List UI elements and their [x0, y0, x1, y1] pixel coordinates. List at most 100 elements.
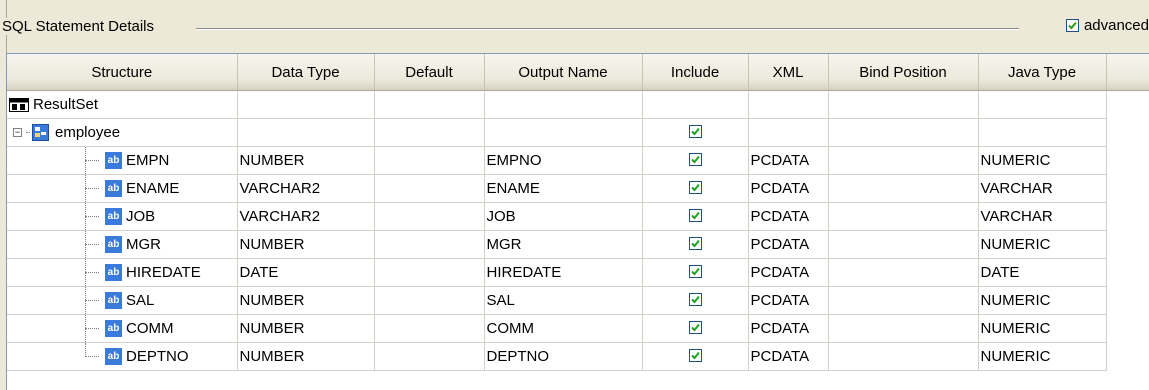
- tree-node-field[interactable]: ab EMPN: [9, 147, 236, 174]
- include-cell: [642, 146, 749, 175]
- output-name-cell[interactable]: SAL: [484, 286, 643, 315]
- xml-cell[interactable]: PCDATA: [748, 258, 829, 287]
- tree-node-employee[interactable]: − employee: [9, 119, 236, 146]
- checkmark-icon: [690, 239, 700, 248]
- output-name-cell[interactable]: MGR: [484, 230, 643, 259]
- default-cell[interactable]: [374, 230, 485, 259]
- advanced-checkbox[interactable]: [1065, 19, 1079, 32]
- bind-position-cell[interactable]: [828, 202, 979, 231]
- default-cell[interactable]: [374, 342, 485, 371]
- structure-cell: MGR: [126, 236, 161, 253]
- structure-cell: SAL: [126, 292, 155, 309]
- column-header-default[interactable]: Default: [374, 54, 485, 91]
- default-cell[interactable]: [374, 174, 485, 203]
- table-row[interactable]: ab ENAME VARCHAR2 ENAME PCDATA VARCHAR: [7, 174, 1149, 203]
- data-type-cell[interactable]: DATE: [237, 258, 375, 287]
- java-type-cell[interactable]: VARCHAR: [978, 174, 1107, 203]
- data-type-cell[interactable]: NUMBER: [237, 230, 375, 259]
- column-header-data-type[interactable]: Data Type: [237, 54, 375, 91]
- java-type-cell[interactable]: NUMERIC: [978, 342, 1107, 371]
- include-checkbox[interactable]: [688, 265, 702, 278]
- bind-position-cell[interactable]: [828, 258, 979, 287]
- data-type-cell[interactable]: VARCHAR2: [237, 174, 375, 203]
- include-checkbox[interactable]: [688, 209, 702, 222]
- xml-cell[interactable]: PCDATA: [748, 342, 829, 371]
- checkmark-icon: [690, 211, 700, 220]
- include-checkbox[interactable]: [688, 349, 702, 362]
- default-cell[interactable]: [374, 202, 485, 231]
- java-type-cell[interactable]: NUMERIC: [978, 146, 1107, 175]
- java-type-cell[interactable]: NUMERIC: [978, 314, 1107, 343]
- default-cell[interactable]: [374, 146, 485, 175]
- java-type-cell[interactable]: VARCHAR: [978, 202, 1107, 231]
- java-type-cell[interactable]: NUMERIC: [978, 286, 1107, 315]
- xml-cell[interactable]: PCDATA: [748, 202, 829, 231]
- data-type-cell[interactable]: NUMBER: [237, 286, 375, 315]
- xml-cell[interactable]: PCDATA: [748, 174, 829, 203]
- data-type-cell[interactable]: NUMBER: [237, 342, 375, 371]
- default-cell[interactable]: [374, 258, 485, 287]
- checkmark-icon: [690, 323, 700, 332]
- tree-node-field[interactable]: ab COMM: [9, 315, 236, 342]
- bind-position-cell[interactable]: [828, 146, 979, 175]
- tree-node-resultset[interactable]: ResultSet: [9, 91, 236, 118]
- include-checkbox[interactable]: [688, 153, 702, 166]
- table-row[interactable]: ab EMPN NUMBER EMPNO PCDATA NUMERIC: [7, 146, 1149, 175]
- table-row[interactable]: ab JOB VARCHAR2 JOB PCDATA VARCHAR: [7, 202, 1149, 231]
- column-header-xml[interactable]: XML: [748, 54, 829, 91]
- data-type-cell[interactable]: NUMBER: [237, 314, 375, 343]
- tree-node-field[interactable]: ab SAL: [9, 287, 236, 314]
- table-row[interactable]: ab DEPTNO NUMBER DEPTNO PCDATA NUMERIC: [7, 342, 1149, 371]
- output-name-cell[interactable]: HIREDATE: [484, 258, 643, 287]
- xml-cell[interactable]: PCDATA: [748, 314, 829, 343]
- tree-node-field[interactable]: ab HIREDATE: [9, 259, 236, 286]
- tree-row-root[interactable]: ResultSet: [7, 90, 1149, 119]
- sql-details-table-panel[interactable]: Structure Data Type Default Output Name …: [6, 53, 1149, 390]
- java-type-cell[interactable]: DATE: [978, 258, 1107, 287]
- bind-position-cell[interactable]: [828, 342, 979, 371]
- checkmark-icon: [690, 155, 700, 164]
- checkmark-icon: [690, 183, 700, 192]
- checkmark-icon: [690, 127, 700, 136]
- bind-position-cell[interactable]: [828, 286, 979, 315]
- default-cell[interactable]: [374, 286, 485, 315]
- bind-position-cell[interactable]: [828, 230, 979, 259]
- table-row[interactable]: ab SAL NUMBER SAL PCDATA NUMERIC: [7, 286, 1149, 315]
- resultset-icon: [9, 97, 29, 112]
- field-icon: ab: [105, 264, 122, 281]
- column-header-include[interactable]: Include: [642, 54, 749, 91]
- output-name-cell[interactable]: ENAME: [484, 174, 643, 203]
- tree-node-field[interactable]: ab JOB: [9, 203, 236, 230]
- output-name-cell[interactable]: JOB: [484, 202, 643, 231]
- collapse-toggle-icon[interactable]: −: [13, 128, 22, 137]
- output-name-cell[interactable]: DEPTNO: [484, 342, 643, 371]
- default-cell[interactable]: [374, 314, 485, 343]
- table-row[interactable]: ab MGR NUMBER MGR PCDATA NUMERIC: [7, 230, 1149, 259]
- output-name-cell[interactable]: COMM: [484, 314, 643, 343]
- column-header-java-type[interactable]: Java Type: [978, 54, 1107, 91]
- column-header-bind-position[interactable]: Bind Position: [828, 54, 979, 91]
- xml-cell[interactable]: PCDATA: [748, 286, 829, 315]
- table-row[interactable]: ab COMM NUMBER COMM PCDATA NUMERIC: [7, 314, 1149, 343]
- tree-row-entity[interactable]: − employee: [7, 118, 1149, 147]
- include-checkbox[interactable]: [688, 125, 702, 138]
- include-checkbox[interactable]: [688, 321, 702, 334]
- bind-position-cell[interactable]: [828, 174, 979, 203]
- include-checkbox[interactable]: [688, 293, 702, 306]
- column-header-structure[interactable]: Structure: [7, 54, 238, 91]
- include-checkbox[interactable]: [688, 237, 702, 250]
- tree-node-field[interactable]: ab MGR: [9, 231, 236, 258]
- include-checkbox[interactable]: [688, 181, 702, 194]
- xml-cell[interactable]: PCDATA: [748, 146, 829, 175]
- tree-node-field[interactable]: ab DEPTNO: [9, 343, 236, 370]
- tree-node-field[interactable]: ab ENAME: [9, 175, 236, 202]
- bind-position-cell[interactable]: [828, 314, 979, 343]
- java-type-cell[interactable]: NUMERIC: [978, 230, 1107, 259]
- column-header-output-name[interactable]: Output Name: [484, 54, 643, 91]
- data-type-cell[interactable]: VARCHAR2: [237, 202, 375, 231]
- xml-cell[interactable]: PCDATA: [748, 230, 829, 259]
- output-name-cell[interactable]: EMPNO: [484, 146, 643, 175]
- data-type-cell[interactable]: NUMBER: [237, 146, 375, 175]
- table-row[interactable]: ab HIREDATE DATE HIREDATE PCDATA DATE: [7, 258, 1149, 287]
- advanced-toggle[interactable]: advanced: [1061, 17, 1149, 34]
